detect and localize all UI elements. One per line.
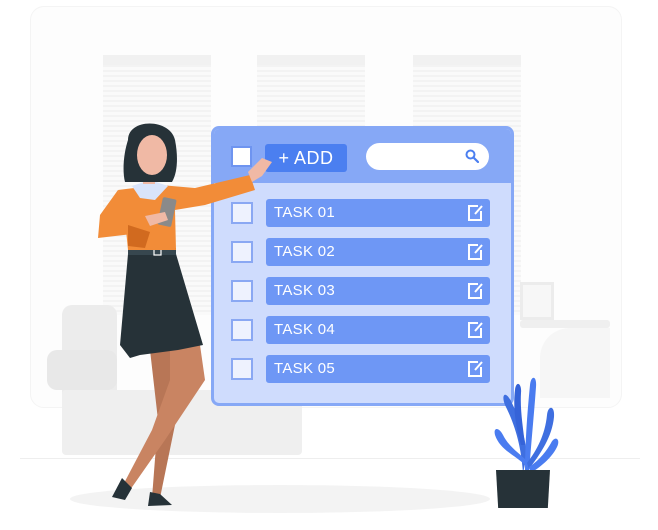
plant-pot xyxy=(496,470,550,508)
shoe xyxy=(148,492,172,506)
pointing-hand xyxy=(248,158,272,182)
face xyxy=(137,135,167,175)
plant-icon xyxy=(494,377,559,473)
skirt xyxy=(120,254,203,358)
